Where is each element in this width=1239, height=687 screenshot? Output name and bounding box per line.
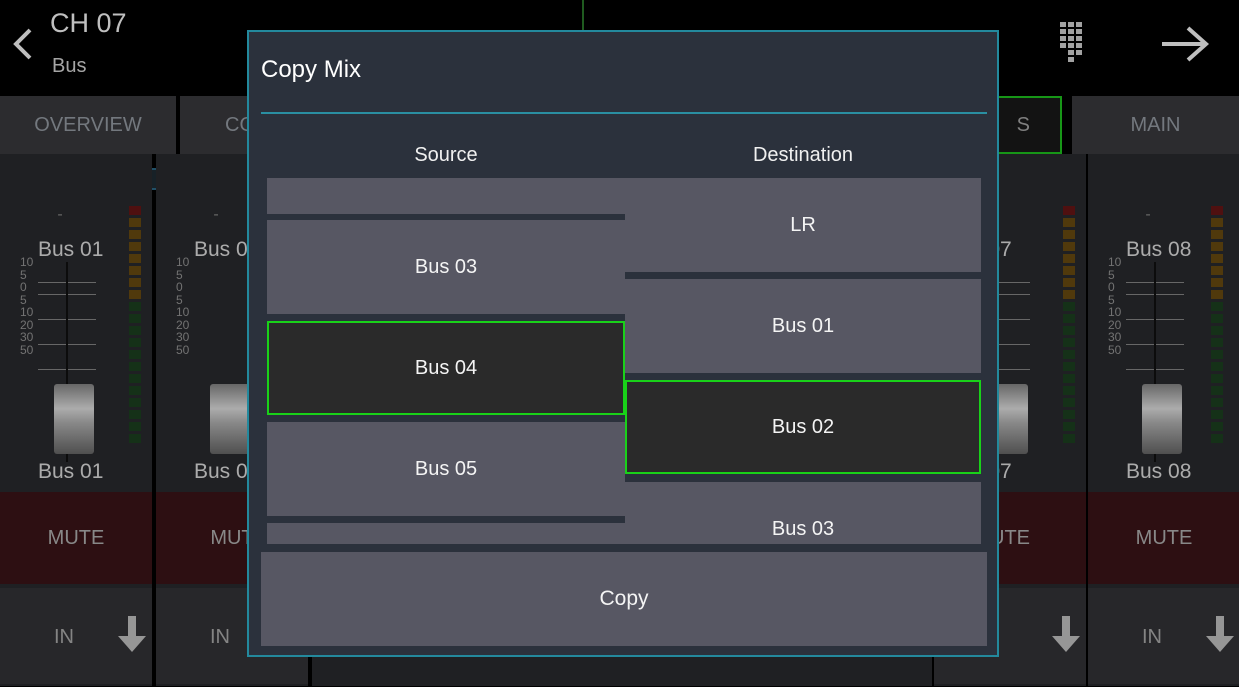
source-list[interactable]: Bus 03 Bus 04 Bus 05	[267, 178, 625, 544]
destination-item-selected[interactable]: Bus 02	[625, 380, 981, 474]
copy-button[interactable]: Copy	[261, 552, 987, 646]
destination-list[interactable]: LR Bus 01 Bus 02 Bus 03	[625, 178, 981, 544]
dialog-title: Copy Mix	[261, 56, 362, 83]
source-item[interactable]	[267, 178, 625, 214]
copy-mix-dialog: Copy Mix Source Destination Bus 03 Bus 0…	[247, 30, 999, 657]
destination-header: Destination	[752, 144, 854, 166]
source-item[interactable]: Bus 05	[267, 422, 625, 516]
source-header: Source	[414, 144, 478, 166]
dialog-divider	[261, 112, 987, 114]
source-item-selected[interactable]: Bus 04	[267, 321, 625, 415]
destination-item[interactable]: LR	[625, 178, 981, 272]
source-item[interactable]	[267, 523, 625, 544]
source-item[interactable]: Bus 03	[267, 220, 625, 314]
destination-item[interactable]: Bus 03	[625, 482, 981, 544]
destination-item[interactable]: Bus 01	[625, 279, 981, 373]
